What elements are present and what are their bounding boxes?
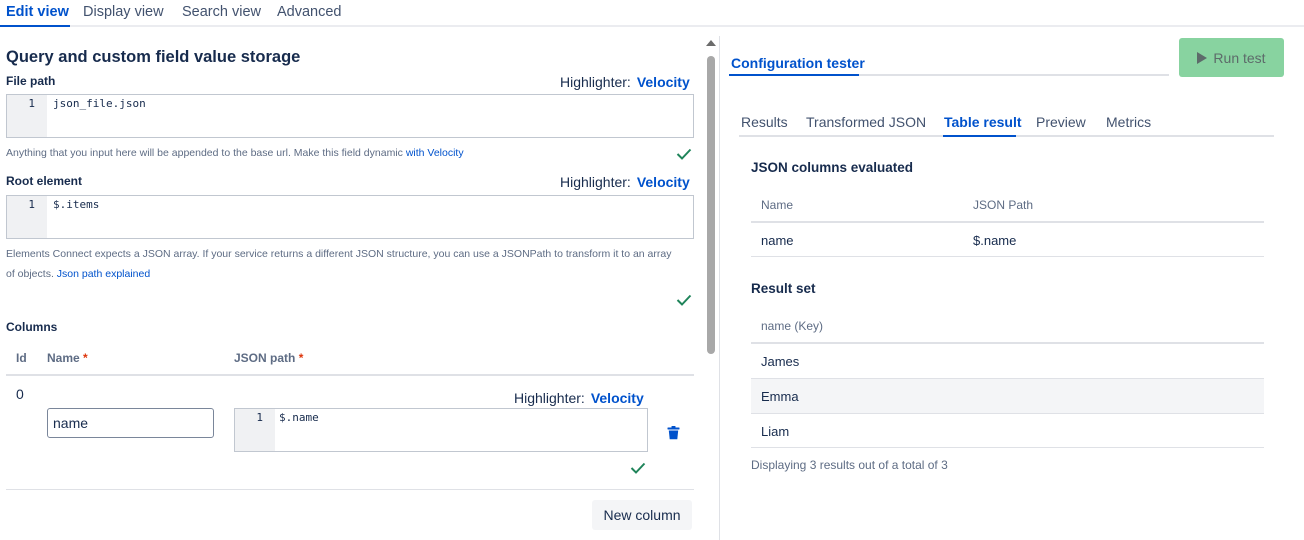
- json-columns-heading: JSON columns evaluated: [751, 160, 914, 175]
- section-title: Query and custom field value storage: [6, 48, 301, 66]
- column-json-path-code: $.name: [279, 411, 319, 424]
- required-mark: *: [83, 351, 88, 365]
- column-name-input[interactable]: [47, 408, 214, 438]
- highlighter-label: Highlighter:: [560, 74, 631, 90]
- json-columns-header-divider: [751, 221, 1264, 223]
- line-number: 1: [256, 411, 263, 424]
- row-divider: [751, 447, 1264, 448]
- results-footer: Displaying 3 results out of a total of 3: [751, 458, 948, 472]
- root-element-highlighter: Highlighter: Velocity: [560, 174, 690, 190]
- help-text: of objects.: [6, 268, 57, 280]
- json-columns-header-path: JSON Path: [973, 198, 1034, 212]
- root-element-help: Elements Connect expects a JSON array. I…: [6, 244, 696, 284]
- tab-search-view[interactable]: Search view: [182, 4, 261, 20]
- column-row-id: 0: [16, 386, 24, 402]
- result-cell: James: [761, 354, 800, 369]
- tab-transformed-json[interactable]: Transformed JSON: [806, 114, 926, 130]
- panel-divider: [719, 36, 720, 540]
- json-columns-row-divider: [751, 256, 1264, 257]
- column-header-id: Id: [16, 351, 27, 365]
- scrollbar-thumb[interactable]: [707, 56, 715, 354]
- column-json-highlighter: Highlighter: Velocity: [514, 390, 644, 406]
- required-mark: *: [298, 351, 304, 365]
- help-text: Anything that you input here will be app…: [6, 147, 406, 159]
- column-header-name: Name *: [47, 351, 88, 365]
- header-text: JSON path: [234, 351, 296, 365]
- file-path-help: Anything that you input here will be app…: [6, 143, 464, 163]
- new-column-button[interactable]: New column: [592, 500, 692, 530]
- tab-results[interactable]: Results: [741, 114, 788, 130]
- file-path-label: File path: [6, 74, 56, 88]
- configuration-tester-title[interactable]: Configuration tester: [731, 55, 865, 71]
- highlighter-velocity-link[interactable]: Velocity: [591, 390, 644, 406]
- result-tab-active-indicator: [943, 135, 1016, 137]
- root-element-label: Root element: [6, 174, 83, 188]
- line-number: 1: [28, 198, 35, 211]
- highlighter-velocity-link[interactable]: Velocity: [637, 174, 690, 190]
- with-velocity-link[interactable]: with Velocity: [406, 147, 464, 159]
- json-path-explained-link[interactable]: Json path explained: [57, 268, 150, 280]
- help-text-line-2: of objects. Json path explained: [6, 264, 696, 284]
- top-tabs: Edit view Display view Search view Advan…: [0, 0, 1304, 27]
- file-path-code: json_file.json: [53, 97, 146, 110]
- root-element-code: $.items: [53, 198, 100, 211]
- check-icon: [676, 294, 692, 306]
- result-set-header: name (Key): [761, 319, 824, 333]
- file-path-highlighter: Highlighter: Velocity: [560, 74, 690, 90]
- columns-label: Columns: [6, 320, 58, 334]
- tab-table-result[interactable]: Table result: [944, 114, 1022, 130]
- line-number: 1: [28, 97, 35, 110]
- trash-icon[interactable]: [667, 426, 680, 440]
- tab-metrics[interactable]: Metrics: [1106, 114, 1151, 130]
- result-set-heading: Result set: [751, 281, 816, 296]
- columns-header-divider: [6, 374, 694, 376]
- highlighter-label: Highlighter:: [560, 174, 631, 190]
- active-tab-indicator: [0, 25, 70, 27]
- run-test-label: Run test: [1213, 49, 1266, 66]
- check-icon: [676, 148, 692, 160]
- check-icon: [630, 462, 646, 474]
- json-columns-header-name: Name: [761, 198, 794, 212]
- json-column-path-cell: $.name: [973, 233, 1017, 248]
- result-set-header-divider: [751, 342, 1264, 344]
- header-text: Name: [47, 351, 80, 365]
- column-json-path-editor[interactable]: 1 $.name: [234, 408, 648, 452]
- columns-footer-divider: [6, 489, 694, 490]
- tab-preview[interactable]: Preview: [1036, 114, 1086, 130]
- result-cell: Emma: [761, 389, 799, 404]
- tab-advanced[interactable]: Advanced: [277, 4, 342, 20]
- tab-display-view[interactable]: Display view: [83, 4, 164, 20]
- table-row: Emma: [751, 379, 1264, 413]
- tab-edit-view[interactable]: Edit view: [6, 4, 69, 20]
- title-active-indicator: [729, 74, 859, 76]
- play-icon: [1197, 51, 1208, 64]
- root-element-editor[interactable]: 1 $.items: [6, 195, 694, 239]
- result-cell: Liam: [761, 424, 790, 439]
- json-column-name-cell: name: [761, 233, 794, 248]
- run-test-button[interactable]: Run test: [1179, 38, 1284, 77]
- help-text: Elements Connect expects a JSON array. I…: [6, 248, 672, 260]
- column-header-json-path: JSON path *: [234, 351, 303, 365]
- highlighter-velocity-link[interactable]: Velocity: [637, 74, 690, 90]
- scroll-up-arrow-icon[interactable]: [706, 40, 716, 46]
- highlighter-label: Highlighter:: [514, 390, 585, 406]
- row-divider: [751, 413, 1264, 414]
- file-path-editor[interactable]: 1 json_file.json: [6, 94, 694, 138]
